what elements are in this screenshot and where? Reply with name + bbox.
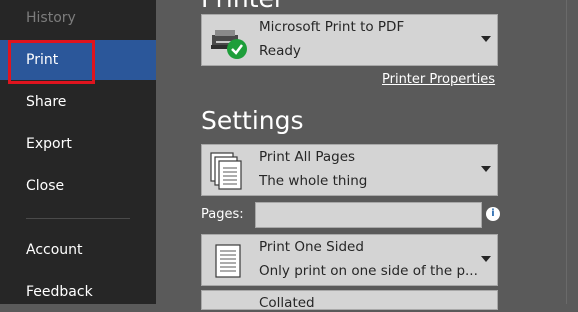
printer-properties-link[interactable]: Printer Properties <box>382 72 495 87</box>
nav-item-export[interactable]: Export <box>0 124 156 164</box>
highlight-annotation-box <box>8 40 95 84</box>
print-range-label: Print All Pages <box>259 149 356 165</box>
printer-status: Ready <box>259 43 301 59</box>
nav-item-account[interactable]: Account <box>0 230 156 270</box>
pages-stack-icon <box>210 152 242 190</box>
single-page-icon <box>215 244 241 278</box>
sidebar-divider <box>26 218 130 219</box>
chevron-down-icon <box>481 256 491 262</box>
nav-item-share[interactable]: Share <box>0 82 156 122</box>
collation-label: Collated <box>259 295 315 311</box>
collation-dropdown[interactable]: Collated <box>201 290 498 311</box>
nav-item-history[interactable]: History <box>0 0 156 38</box>
chevron-down-icon <box>481 166 491 172</box>
pages-input[interactable] <box>255 202 482 228</box>
printer-heading: Printer <box>201 0 284 13</box>
settings-heading: Settings <box>201 106 304 135</box>
printer-name: Microsoft Print to PDF <box>259 19 405 35</box>
chevron-down-icon <box>481 36 491 42</box>
print-range-description: The whole thing <box>259 173 368 189</box>
nav-item-close[interactable]: Close <box>0 166 156 206</box>
printer-ready-icon <box>211 30 247 59</box>
print-range-dropdown[interactable]: Print All Pages The whole thing <box>201 144 498 196</box>
backstage-sidebar: History Print Share Export Close Account… <box>0 0 156 304</box>
info-icon[interactable]: i <box>486 207 500 221</box>
vertical-scrollbar[interactable] <box>566 0 578 304</box>
print-sides-label: Print One Sided <box>259 239 364 255</box>
pages-label: Pages: <box>201 207 244 222</box>
print-sides-description: Only print on one side of the p... <box>259 263 478 279</box>
print-sides-dropdown[interactable]: Print One Sided Only print on one side o… <box>201 234 498 286</box>
nav-item-feedback[interactable]: Feedback <box>0 272 156 312</box>
printer-dropdown[interactable]: Microsoft Print to PDF Ready <box>201 14 498 66</box>
